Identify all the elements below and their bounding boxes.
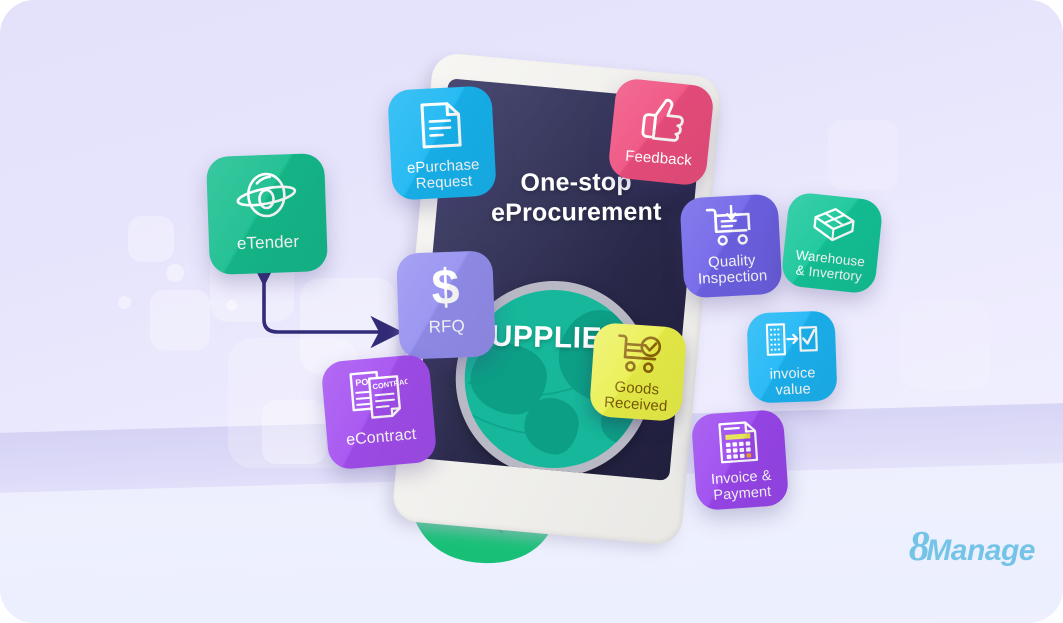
tile-label: eContract: [345, 425, 417, 449]
tile-label: ePurchase Request: [406, 156, 480, 193]
po-contract-docs-icon: PO CONTRACT: [344, 365, 415, 427]
brand-name: Manage: [926, 534, 1035, 567]
decor-square: [828, 120, 898, 190]
tile-label: Warehouse & Invertory: [795, 247, 866, 284]
calculator-invoice-icon: [714, 418, 763, 470]
invoice-check-icon: [763, 320, 820, 365]
tile-label: Feedback: [624, 147, 693, 170]
tile-label: invoice value: [769, 365, 816, 399]
tile-label: eTender: [236, 231, 300, 254]
tile-label: Invoice & Payment: [710, 467, 773, 504]
decor-square: [150, 290, 210, 350]
module-tile-feedback[interactable]: Feedback: [607, 77, 715, 187]
module-tile-econtract[interactable]: PO CONTRACT eContract: [320, 353, 438, 471]
decor-dot: [118, 296, 131, 309]
module-tile-invoice-value[interactable]: invoice value: [746, 310, 838, 404]
open-box-icon: [808, 203, 858, 253]
headline-line-2: eProcurement: [490, 197, 662, 227]
decor-dot: [166, 264, 184, 282]
tile-label: RFQ: [428, 316, 466, 337]
document-lines-icon: [417, 99, 466, 156]
module-tile-epurchase-request[interactable]: ePurchase Request: [387, 85, 497, 201]
module-tile-rfq[interactable]: $ RFQ: [396, 250, 496, 360]
shopping-cart-arrow-icon: [704, 204, 756, 254]
module-tile-invoice-payment[interactable]: Invoice & Payment: [690, 408, 790, 512]
brand-logo-8manage: 8Manage: [909, 523, 1036, 571]
illustration-canvas: One-stop eProcurement SUPPLIERS ePurchas…: [0, 0, 1063, 623]
module-tile-etender[interactable]: eTender: [205, 152, 329, 276]
globe-orbit-icon: [234, 168, 298, 229]
decor-square: [900, 300, 990, 390]
module-tile-quality-inspection[interactable]: Quality Inspection: [679, 193, 783, 299]
module-tile-goods-received[interactable]: Goods Received: [588, 321, 688, 423]
decor-square: [128, 216, 174, 262]
tile-label: Quality Inspection: [697, 251, 768, 288]
module-tile-warehouse-inventory[interactable]: Warehouse & Invertory: [780, 191, 884, 295]
tile-label: Goods Received: [603, 378, 668, 416]
dollar-sign-icon: $: [430, 258, 461, 316]
decor-square: [262, 400, 326, 464]
svg-text:PO: PO: [355, 377, 369, 388]
cart-check-icon: [614, 332, 665, 380]
thumbs-up-icon: [636, 92, 689, 150]
